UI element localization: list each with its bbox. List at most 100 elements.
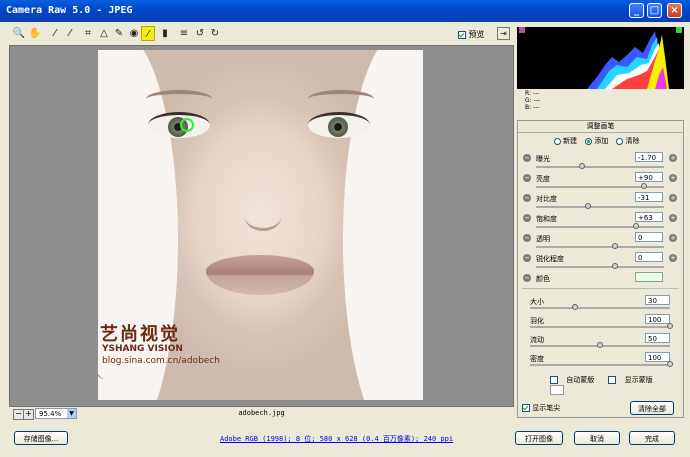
slider-knob[interactable] — [579, 163, 586, 169]
slider-value-input[interactable]: +63 — [635, 212, 663, 222]
brush-knob[interactable] — [597, 342, 603, 348]
slider-track[interactable] — [536, 243, 664, 249]
rotate-left-icon[interactable]: ↺ — [193, 26, 207, 41]
slider-row: − 曝光 -1.70 + — [518, 151, 683, 171]
preview-checkbox[interactable]: 预览 — [458, 29, 485, 40]
brush-knob[interactable] — [571, 304, 578, 310]
show-mask-check-icon[interactable] — [608, 376, 617, 384]
minus-icon[interactable]: − — [523, 154, 531, 162]
slider-value-input[interactable]: 0 — [635, 252, 663, 262]
color-label: 颜色 — [536, 275, 550, 283]
show-pins-checkbox[interactable]: 显示笔尖 — [522, 403, 560, 413]
slider-knob[interactable] — [585, 203, 592, 209]
brush-value-input[interactable]: 100 — [645, 314, 670, 324]
slider-value-input[interactable]: +90 — [635, 172, 663, 182]
done-button[interactable]: 完成 — [629, 431, 675, 445]
slider-knob[interactable] — [612, 263, 619, 269]
minus-icon[interactable]: − — [523, 254, 531, 262]
fullscreen-icon[interactable]: ⇥ — [497, 27, 510, 40]
slider-track[interactable] — [536, 183, 664, 189]
auto-mask-checkbox[interactable]: 自动蒙版 — [550, 376, 600, 384]
minus-icon[interactable]: − — [523, 194, 531, 202]
brush-track[interactable] — [530, 323, 673, 329]
watermark-cn: 艺尚视觉 — [100, 324, 180, 345]
mask-color-swatch[interactable] — [550, 385, 564, 395]
slider-value-input[interactable]: -31 — [635, 192, 663, 202]
crop-tool-icon[interactable]: ⌗ — [81, 26, 95, 41]
brush-value-input[interactable]: 100 — [645, 352, 670, 362]
histogram — [517, 27, 684, 89]
slider-knob[interactable] — [640, 183, 647, 189]
lips — [206, 255, 314, 295]
color-swatch[interactable] — [635, 272, 663, 282]
plus-icon[interactable]: + — [669, 214, 677, 222]
minus-icon[interactable]: − — [523, 214, 531, 222]
clear-all-button[interactable]: 清除全部 — [630, 401, 674, 415]
brush-track[interactable] — [530, 361, 673, 367]
white-balance-tool-icon[interactable]: ⁄ — [48, 26, 62, 41]
straighten-tool-icon[interactable]: △ — [97, 26, 111, 41]
red-eye-tool-icon[interactable]: ◉ — [127, 26, 141, 41]
slider-value-input[interactable]: -1.70 — [635, 152, 663, 162]
brush-knob[interactable] — [667, 361, 673, 367]
rotate-right-icon[interactable]: ↻ — [208, 26, 222, 41]
color-minus-icon[interactable]: − — [523, 274, 531, 282]
mode-add[interactable]: 添加 — [585, 137, 608, 145]
histogram-graph — [587, 31, 669, 89]
title-bar: Camera Raw 5.0 - JPEG _ □ × — [0, 0, 690, 22]
left-eye — [148, 112, 210, 138]
spot-removal-tool-icon[interactable]: ✎ — [112, 26, 126, 41]
show-mask-checkbox[interactable]: 显示蒙版 — [608, 376, 658, 384]
open-image-button[interactable]: 打开图像 — [515, 431, 563, 445]
auto-mask-check-icon[interactable] — [550, 376, 558, 384]
radio-clear[interactable] — [616, 137, 624, 145]
workflow-options-link[interactable]: Adobe RGB (1998); 8 位; 580 x 628 (0.4 百万… — [220, 434, 453, 444]
brush-value-input[interactable]: 50 — [645, 333, 670, 343]
portrait-photo: 艺尚视觉 YSHANG VISION blog.sina.com.cn/adob… — [98, 50, 423, 400]
slider-knob[interactable] — [612, 243, 619, 249]
zoom-tool-icon[interactable]: 🔍 — [12, 26, 26, 41]
brush-track[interactable] — [530, 304, 670, 310]
preview-check-icon[interactable] — [458, 30, 466, 39]
shadow-clip-warning-icon[interactable] — [519, 27, 525, 33]
maximize-button[interactable]: □ — [647, 3, 662, 18]
mode-new[interactable]: 新建 — [554, 137, 577, 145]
plus-icon[interactable]: + — [669, 174, 677, 182]
radio-add[interactable] — [585, 137, 593, 145]
preferences-icon[interactable]: ≡ — [177, 26, 191, 41]
show-pins-check-icon[interactable] — [522, 404, 530, 412]
graduated-filter-tool-icon[interactable]: ▮ — [158, 26, 172, 41]
slider-track[interactable] — [536, 163, 664, 169]
plus-icon[interactable]: + — [669, 194, 677, 202]
slider-track[interactable] — [536, 223, 664, 229]
close-button[interactable]: × — [667, 3, 682, 18]
slider-knob[interactable] — [632, 223, 639, 229]
image-canvas[interactable]: 艺尚视觉 YSHANG VISION blog.sina.com.cn/adob… — [9, 45, 514, 407]
b-readout: B: --- — [525, 104, 540, 111]
save-image-button[interactable]: 存储图像... — [14, 431, 68, 445]
show-pins-label: 显示笔尖 — [532, 404, 561, 412]
cancel-button[interactable]: 取消 — [574, 431, 620, 445]
zoom-bar: − + 95.4% ▼ adobech.jpg — [9, 407, 514, 421]
brush-track[interactable] — [530, 342, 670, 348]
slider-track[interactable] — [536, 263, 664, 269]
plus-icon[interactable]: + — [669, 254, 677, 262]
slider-track[interactable] — [536, 203, 664, 209]
slider-value-input[interactable]: 0 — [635, 232, 663, 242]
mode-clear[interactable]: 清除 — [616, 137, 639, 145]
preview-label: 预览 — [468, 30, 485, 39]
brush-row: 流动 50 — [518, 332, 683, 351]
minimize-button[interactable]: _ — [629, 3, 644, 18]
minus-icon[interactable]: − — [523, 174, 531, 182]
color-sampler-tool-icon[interactable]: ⁄ — [63, 26, 77, 41]
highlight-clip-warning-icon[interactable] — [676, 27, 682, 33]
minus-icon[interactable]: − — [523, 234, 531, 242]
plus-icon[interactable]: + — [669, 154, 677, 162]
adjustment-brush-tool-icon[interactable]: ⁄ — [141, 26, 155, 41]
brush-value-input[interactable]: 30 — [645, 295, 670, 305]
slider-row: − 透明 0 + — [518, 231, 683, 251]
hand-tool-icon[interactable]: ✋ — [28, 26, 42, 41]
radio-new[interactable] — [554, 137, 561, 145]
plus-icon[interactable]: + — [669, 234, 677, 242]
brush-knob[interactable] — [667, 323, 673, 329]
